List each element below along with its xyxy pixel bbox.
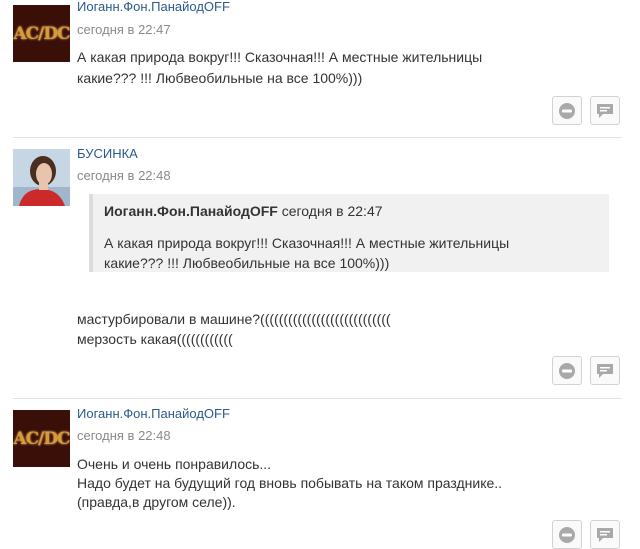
avatar-logo-text: AC/DC [13,23,70,44]
comment-date: сегодня в 22:48 [77,428,171,443]
quote-block: Иоганн.Фон.ПанайодOFF сегодня в 22:47 А … [89,194,609,272]
comment-text-line: мерзость какая(((((((((((( [77,331,233,347]
comment-text-line: Очень и очень понравилось... [77,456,272,472]
comment-author[interactable]: Иоганн.Фон.ПанайодOFF [77,0,230,14]
reply-icon [597,527,613,542]
block-button[interactable] [552,520,582,549]
quote-date: сегодня в 22:47 [281,203,383,219]
reply-button[interactable] [590,96,620,125]
comment-date: сегодня в 22:47 [77,22,171,37]
comment-date: сегодня в 22:48 [77,168,171,183]
comment-text-line: мастурбировали в машине?((((((((((((((((… [77,311,391,327]
block-button[interactable] [552,356,582,385]
quote-text-line: какие??? !!! Любвеобильные на все 100%))… [104,255,390,271]
block-button[interactable] [552,96,582,125]
quote-author: Иоганн.Фон.ПанайодOFF [104,203,278,219]
comment-separator [13,137,622,138]
comment-separator [13,398,622,399]
avatar-photo [13,149,70,206]
comment-author[interactable]: Иоганн.Фон.ПанайодOFF [77,406,230,421]
reply-button[interactable] [590,356,620,385]
quote-text-line: А какая природа вокруг!!! Сказочная!!! А… [104,235,510,251]
comment-author[interactable]: БУСИНКА [77,146,138,161]
reply-button[interactable] [590,520,620,549]
avatar-logo-text: AC/DC [13,428,70,449]
avatar[interactable]: AC/DC [13,5,70,62]
block-icon [559,526,575,543]
block-icon [559,102,575,119]
comment-text-line: Надо будет на будущий год вновь побывать… [77,475,503,491]
avatar[interactable]: AC/DC [13,410,70,467]
reply-icon [597,363,613,378]
block-icon [559,362,575,379]
quote-header: Иоганн.Фон.ПанайодOFF сегодня в 22:47 [104,203,383,219]
avatar[interactable] [13,149,70,206]
comment-text-line: А какая природа вокруг!!! Сказочная!!! А… [77,49,483,65]
comment-text-line: (правда,в другом селе)). [77,494,236,510]
comment-text-line: какие??? !!! Любвеобильные на все 100%))… [77,70,363,86]
reply-icon [597,103,613,118]
